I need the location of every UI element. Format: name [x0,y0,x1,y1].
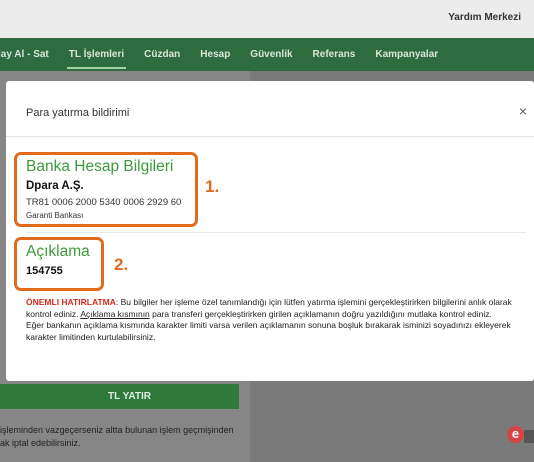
bank-info-heading: Banka Hesap Bilgileri [26,158,174,175]
cancel-note-line1: işleminden vazgeçerseniz altta bulunan i… [0,425,234,435]
nav-item-account[interactable]: Hesap [190,38,240,71]
section-divider [26,232,526,233]
deposit-tl-button[interactable]: TL YATIR [0,384,239,409]
nav-item-wallet[interactable]: Cüzdan [134,38,190,71]
description-code: 154755 [26,265,63,277]
important-notice: ÖNEMLI HATIRLATMA: Bu bilgiler her işlem… [26,297,530,343]
notice-warning-label: ÖNEMLI HATIRLATMA [26,297,116,307]
deposit-notification-modal: Para yatırma bildirimi × Banka Hesap Bil… [6,81,534,381]
modal-title: Para yatırma bildirimi [26,107,130,119]
cancel-note-line2: ak iptal edebilirsiniz. [0,438,81,448]
notice-paragraph-2: Eğer bankanın açıklama kısmında karakter… [26,320,511,342]
bank-name: Garanti Bankası [26,211,84,220]
notice-text-2: para transferi gerçekleştirirken girilen… [149,308,492,319]
notice-description-link[interactable]: Açıklama kısmının [80,309,149,319]
close-icon[interactable]: × [519,103,527,119]
iban-value: TR81 0006 2000 5340 0006 2929 60 [26,197,182,208]
nav-item-buy-sell[interactable]: lay Al - Sat [0,38,59,71]
description-heading: Açıklama [26,243,90,260]
main-nav: lay Al - Sat TL İşlemleri Cüzdan Hesap G… [0,38,534,71]
logo-tab [524,430,534,443]
notice-paragraph-1: ÖNEMLI HATIRLATMA: Bu bilgiler her işlem… [26,297,530,320]
nav-item-tl-transactions[interactable]: TL İşlemleri [59,38,134,71]
nav-item-campaigns[interactable]: Kampanyalar [365,38,448,71]
nav-item-referral[interactable]: Referans [303,38,366,71]
nav-item-security[interactable]: Güvenlik [240,38,302,71]
help-center-link[interactable]: Yardım Merkezi [448,12,521,23]
marker-one: 1. [205,177,220,196]
site-logo-icon: e [507,426,524,443]
modal-header: Para yatırma bildirimi × [6,81,534,137]
cancel-note: işleminden vazgeçerseniz altta bulunan i… [0,424,250,450]
marker-two: 2. [114,255,129,274]
top-bar: Yardım Merkezi [0,0,534,38]
company-name: Dpara A.Ş. [26,180,84,192]
